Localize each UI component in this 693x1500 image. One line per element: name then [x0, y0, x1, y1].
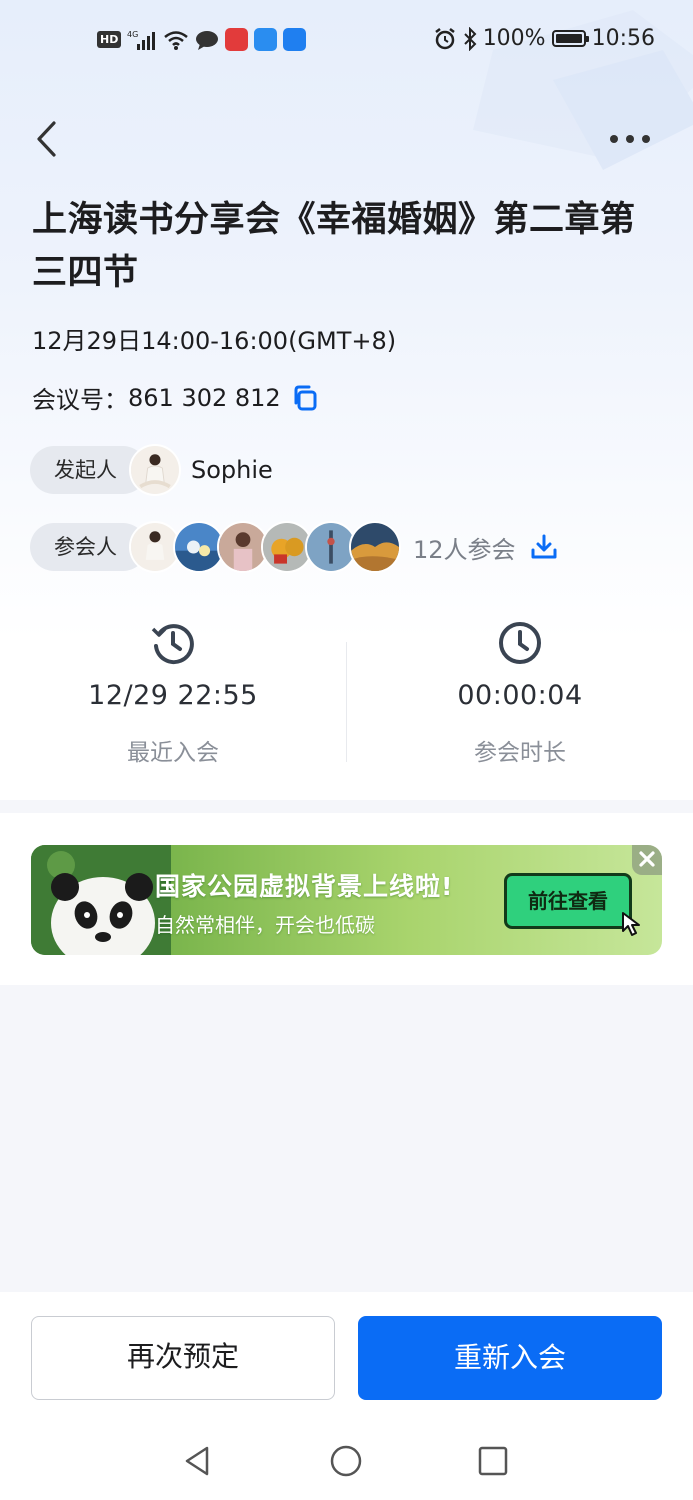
bottom-bar: 再次预定 重新入会	[0, 1292, 693, 1500]
status-left: HD 4G	[97, 28, 307, 51]
recent-join-label: 最近入会	[127, 740, 219, 766]
weather-icon	[254, 28, 278, 51]
meeting-title: 上海读书分享会《幸福婚姻》第二章第三四节	[32, 200, 636, 293]
download-icon[interactable]	[530, 533, 558, 561]
battery-percent: 100%	[482, 26, 546, 51]
meeting-id-label: 会议号：	[32, 386, 128, 414]
promo-subtitle: 自然常相伴，开会也低碳	[155, 913, 375, 937]
duration-value: 00:00:04	[457, 680, 583, 711]
hd-icon: HD	[97, 31, 122, 48]
duration-label: 参会时长	[474, 740, 566, 766]
history-clock-icon	[151, 624, 194, 665]
rebook-button[interactable]: 再次预定	[31, 1316, 335, 1400]
message-icon	[196, 30, 219, 50]
app-icon-red	[225, 28, 249, 51]
meeting-id: 861 302 812	[128, 383, 281, 412]
host-avatar[interactable]	[129, 444, 181, 496]
attendees-row: 参会人 12人参会	[30, 521, 558, 573]
status-right: 100% 10:56	[433, 26, 655, 51]
promo-view-button[interactable]: 前往查看	[504, 873, 632, 929]
host-name: Sophie	[191, 456, 273, 484]
nav-recent-icon[interactable]	[476, 1444, 510, 1478]
system-nav-bar	[0, 1422, 693, 1500]
avatar	[349, 521, 401, 573]
pointer-cursor-icon	[622, 912, 640, 936]
attendee-count[interactable]: 12人参会	[413, 530, 516, 565]
wifi-icon	[164, 30, 189, 50]
more-dots-icon[interactable]	[605, 122, 655, 156]
alarm-icon	[434, 27, 455, 49]
duration-stat: 00:00:04 参会时长	[347, 620, 693, 767]
rejoin-button[interactable]: 重新入会	[358, 1316, 662, 1400]
status-bar: HD 4G 100% 10:56	[0, 0, 693, 82]
nav-back-icon[interactable]	[181, 1444, 215, 1478]
meeting-id-row: 会议号： 861 302 812	[32, 380, 319, 415]
clock-icon	[499, 622, 541, 664]
recent-join-value: 12/29 22:55	[88, 680, 258, 711]
network-type-label: 4G	[127, 30, 138, 39]
host-row: 发起人 Sophie	[30, 444, 273, 496]
4g-signal-icon: 4G	[127, 30, 156, 50]
meeting-stats: 12/29 22:55 最近入会 00:00:04 参会时长	[0, 600, 693, 800]
copy-icon[interactable]	[291, 384, 319, 412]
promo-section: 国家公园虚拟背景上线啦! 自然常相伴，开会也低碳 前往查看	[0, 813, 693, 985]
close-icon[interactable]	[632, 845, 662, 875]
promo-title: 国家公园虚拟背景上线啦!	[155, 872, 454, 901]
recent-join-stat: 12/29 22:55 最近入会	[0, 620, 346, 767]
clock: 10:56	[591, 26, 655, 51]
battery-icon	[551, 30, 589, 47]
meeting-time: 12月29日14:00-16:00(GMT+8)	[32, 327, 397, 355]
promo-banner[interactable]: 国家公园虚拟背景上线啦! 自然常相伴，开会也低碳 前往查看	[31, 845, 662, 955]
bluetooth-icon	[463, 26, 477, 51]
panda-image	[31, 845, 171, 955]
nav-home-icon[interactable]	[329, 1444, 363, 1478]
chevron-left-icon[interactable]	[30, 118, 66, 160]
attendee-avatars[interactable]	[129, 521, 401, 573]
app-icon-blue	[283, 28, 307, 51]
